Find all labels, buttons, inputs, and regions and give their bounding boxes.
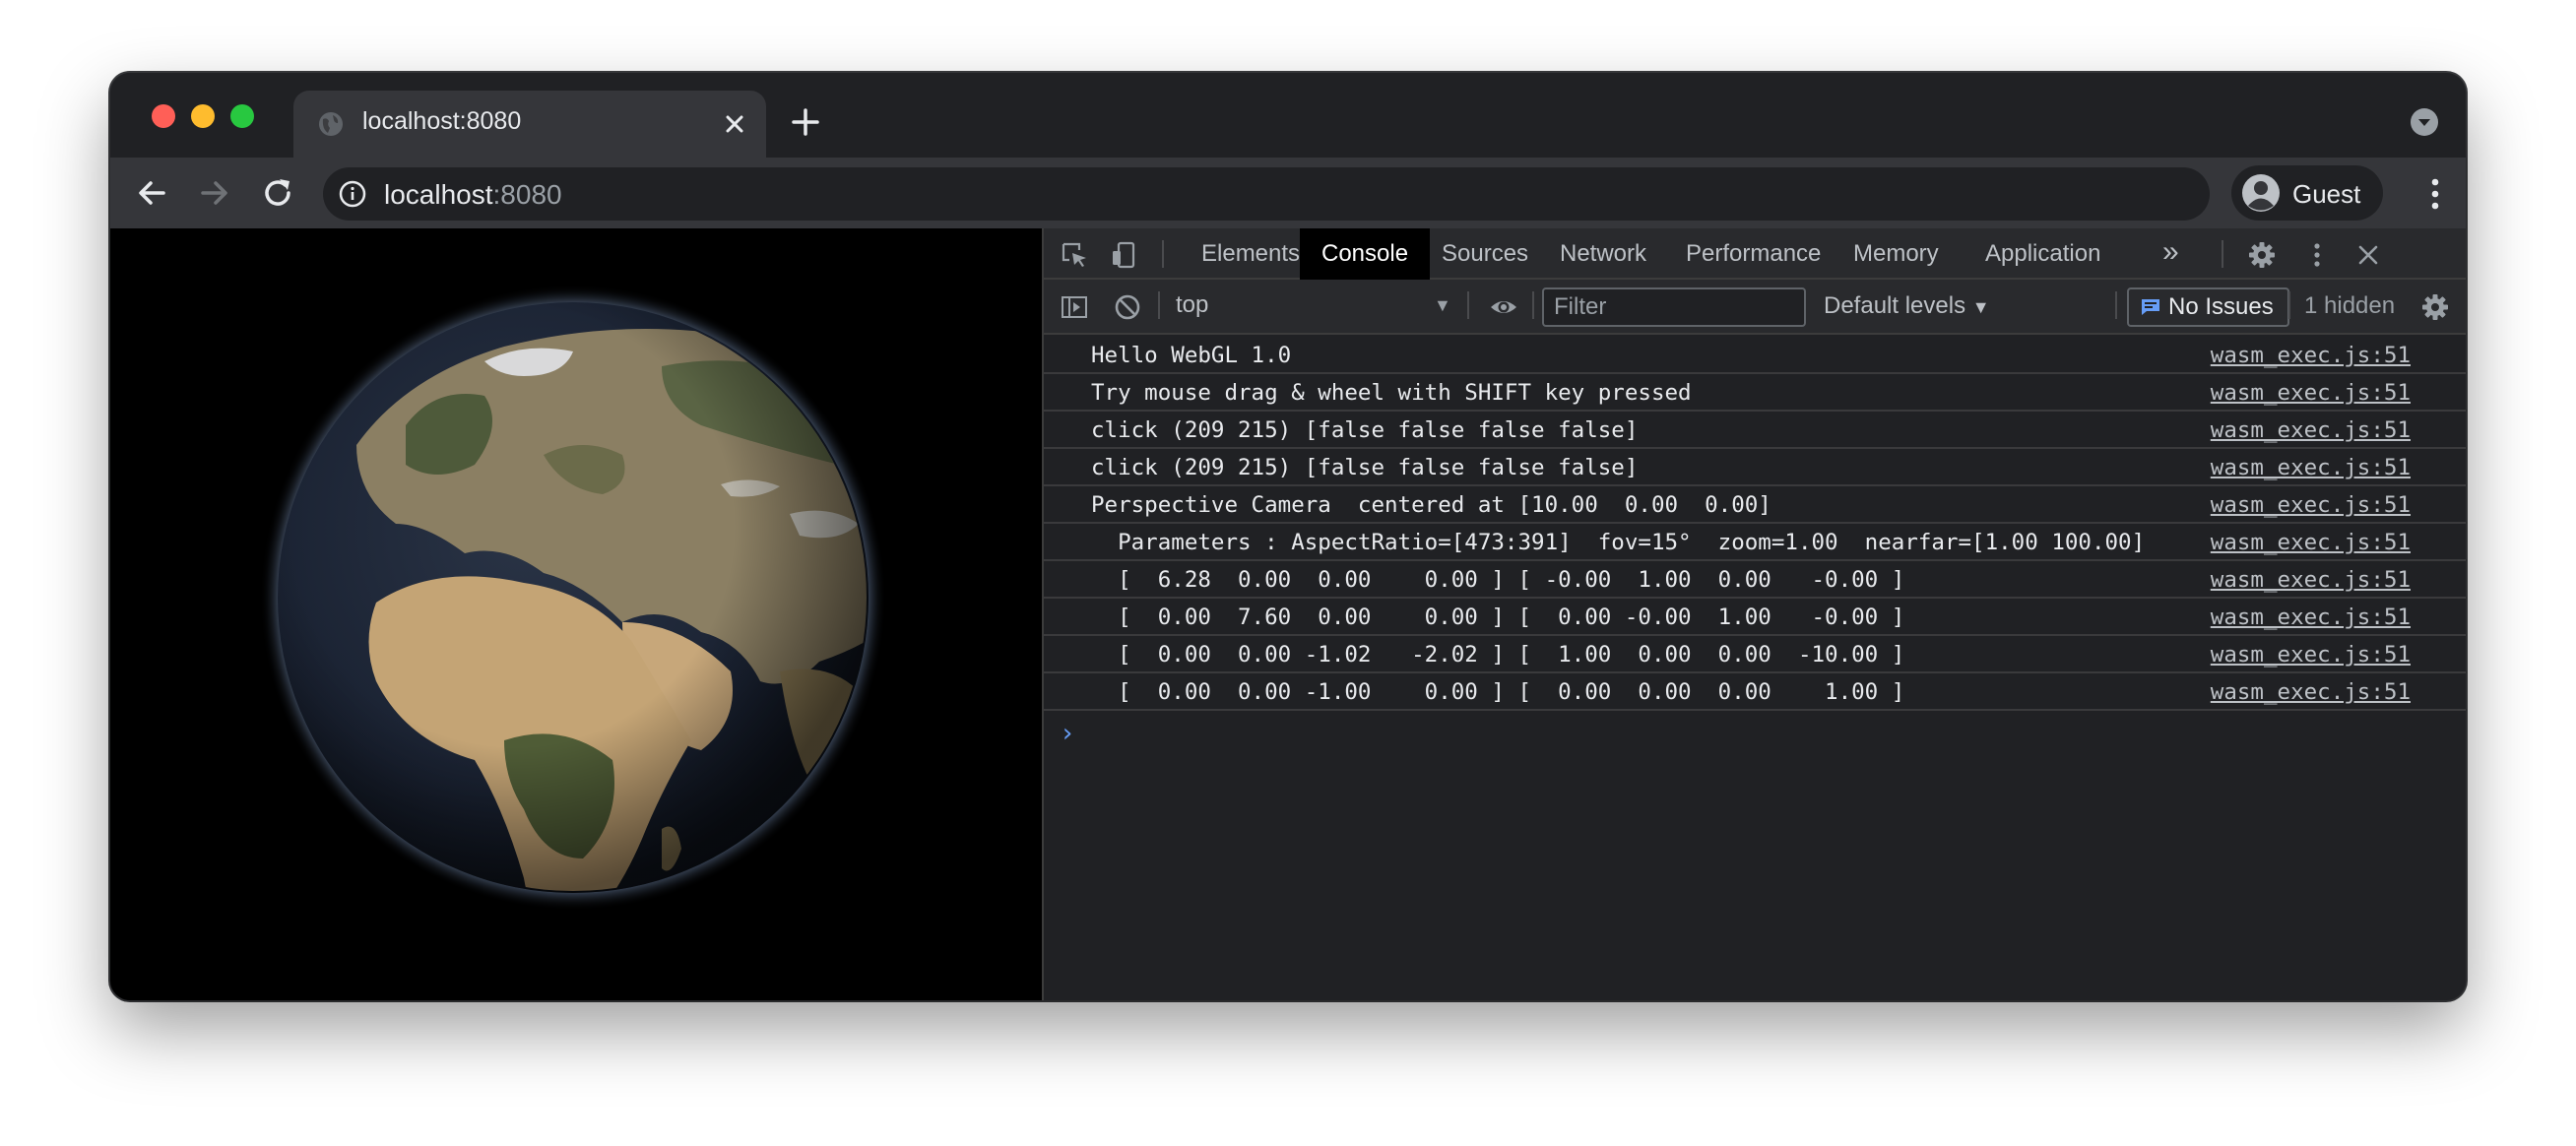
console-log: Hello WebGL 1.0 wasm_exec.js:51 Try mous… (1044, 337, 2466, 770)
forward-arrow-icon[interactable] (195, 173, 234, 213)
back-arrow-icon[interactable] (132, 173, 171, 213)
log-levels-dropdown[interactable]: Default levels ▼ (1824, 292, 1990, 320)
log-message: click (209 215) [false false false false… (1091, 417, 1639, 443)
tab-memory[interactable]: Memory (1832, 228, 1961, 280)
more-tabs-button[interactable]: » (2141, 228, 2201, 280)
inspect-element-icon[interactable] (1060, 240, 1089, 270)
log-source-link[interactable]: wasm_exec.js:51 (2211, 530, 2411, 555)
log-message: Hello WebGL 1.0 (1091, 343, 1292, 368)
log-row: [ 0.00 0.00 -1.00 0.00 ] [ 0.00 0.00 0.0… (1044, 673, 2466, 711)
devtools-panel: Elements Console Sources Network Perform… (1042, 228, 2466, 1000)
log-message: [ 6.28 0.00 0.00 0.00 ] [ -0.00 1.00 0.0… (1091, 567, 1905, 593)
log-row: click (209 215) [false false false false… (1044, 412, 2466, 449)
new-tab-icon[interactable] (788, 104, 823, 140)
tab-network[interactable]: Network (1538, 228, 1668, 280)
profile-name: Guest (2292, 179, 2361, 209)
devtools-tab-bar: Elements Console Sources Network Perform… (1044, 228, 2466, 280)
message-icon (2142, 299, 2159, 315)
log-message: Try mouse drag & wheel with SHIFT key pr… (1091, 380, 1692, 406)
log-row: [ 0.00 7.60 0.00 0.00 ] [ 0.00 -0.00 1.0… (1044, 599, 2466, 636)
tab-strip: localhost:8080 (110, 73, 2466, 158)
reload-icon[interactable] (258, 173, 297, 213)
separator (2115, 291, 2117, 319)
avatar-icon (2242, 174, 2280, 212)
log-source-link[interactable]: wasm_exec.js:51 (2211, 642, 2411, 668)
more-menu-icon[interactable] (2430, 177, 2440, 211)
log-message: [ 0.00 7.60 0.00 0.00 ] [ 0.00 -0.00 1.0… (1091, 605, 1905, 630)
close-devtools-icon[interactable] (2353, 240, 2383, 270)
log-source-link[interactable]: wasm_exec.js:51 (2211, 492, 2411, 518)
console-toolbar: top ▼ Default levels ▼ No Issues (1044, 280, 2466, 335)
log-message: [ 0.00 0.00 -1.02 -2.02 ] [ 1.00 0.00 0.… (1091, 642, 1905, 668)
log-row: [ 0.00 0.00 -1.02 -2.02 ] [ 1.00 0.00 0.… (1044, 636, 2466, 673)
tab-search-icon[interactable] (2409, 106, 2440, 138)
log-row: Try mouse drag & wheel with SHIFT key pr… (1044, 374, 2466, 412)
close-tab-icon[interactable] (719, 108, 750, 140)
log-row: [ 6.28 0.00 0.00 0.00 ] [ -0.00 1.00 0.0… (1044, 561, 2466, 599)
log-message: Parameters : AspectRatio=[473:391] fov=1… (1091, 530, 2146, 555)
url-text: localhost:8080 (384, 179, 562, 211)
tab-sources[interactable]: Sources (1420, 228, 1550, 280)
separator (1162, 240, 1164, 268)
log-message: Perspective Camera centered at [10.00 0.… (1091, 492, 1771, 518)
chevron-down-icon[interactable]: ▼ (1434, 295, 1451, 316)
close-window-button[interactable] (152, 104, 175, 128)
console-settings-gear-icon[interactable] (2420, 292, 2450, 322)
minimize-window-button[interactable] (191, 104, 215, 128)
log-levels-label: Default levels (1824, 292, 1966, 319)
log-row: click (209 215) [false false false false… (1044, 449, 2466, 486)
browser-toolbar: localhost:8080 Guest (110, 158, 2466, 228)
globe-icon (319, 112, 343, 136)
tab-application[interactable]: Application (1964, 228, 2122, 280)
log-source-link[interactable]: wasm_exec.js:51 (2211, 567, 2411, 593)
log-source-link[interactable]: wasm_exec.js:51 (2211, 417, 2411, 443)
console-prompt-row[interactable]: › (1044, 711, 2466, 770)
log-message: [ 0.00 0.00 -1.00 0.00 ] [ 0.00 0.00 0.0… (1091, 679, 1905, 705)
issues-button[interactable]: No Issues (2127, 287, 2289, 327)
tab-console[interactable]: Console (1300, 228, 1431, 280)
maximize-window-button[interactable] (230, 104, 254, 128)
info-icon[interactable] (339, 180, 366, 208)
log-row: Hello WebGL 1.0 wasm_exec.js:51 (1044, 337, 2466, 374)
browser-tab[interactable]: localhost:8080 (293, 91, 766, 158)
live-expression-eye-icon[interactable] (1489, 292, 1518, 322)
log-row: Perspective Camera centered at [10.00 0.… (1044, 486, 2466, 524)
log-message: click (209 215) [false false false false… (1091, 455, 1639, 480)
log-source-link[interactable]: wasm_exec.js:51 (2211, 343, 2411, 368)
prompt-chevron-icon: › (1060, 719, 1075, 748)
separator (1532, 291, 1534, 319)
chevron-down-icon: ▼ (1971, 297, 1990, 317)
url-port: :8080 (492, 179, 562, 210)
profile-button[interactable]: Guest (2231, 165, 2383, 221)
device-toolbar-icon[interactable] (1109, 240, 1138, 270)
address-bar[interactable]: localhost:8080 (323, 167, 2210, 221)
log-row: Parameters : AspectRatio=[473:391] fov=1… (1044, 524, 2466, 561)
context-selector[interactable]: top (1176, 291, 1208, 319)
log-source-link[interactable]: wasm_exec.js:51 (2211, 605, 2411, 630)
tab-performance[interactable]: Performance (1664, 228, 1842, 280)
filter-input[interactable] (1542, 287, 1806, 327)
hidden-messages-count: 1 hidden (2304, 292, 2396, 319)
issues-label: No Issues (2168, 293, 2274, 320)
earth-globe-render (260, 285, 886, 911)
log-source-link[interactable]: wasm_exec.js:51 (2211, 380, 2411, 406)
browser-window: localhost:8080 localhost:8080 Guest Elem… (110, 73, 2466, 1000)
clear-console-icon[interactable] (1113, 292, 1142, 322)
devtools-menu-icon[interactable] (2302, 240, 2332, 270)
url-host: localhost (384, 179, 493, 210)
separator (2222, 240, 2223, 268)
settings-gear-icon[interactable] (2247, 240, 2277, 270)
tab-title: localhost:8080 (362, 107, 522, 135)
separator (1158, 291, 1160, 319)
webgl-canvas[interactable] (110, 228, 1042, 1000)
log-source-link[interactable]: wasm_exec.js:51 (2211, 679, 2411, 705)
separator (2288, 291, 2290, 319)
separator (1467, 291, 1469, 319)
log-source-link[interactable]: wasm_exec.js:51 (2211, 455, 2411, 480)
sidebar-toggle-icon[interactable] (1060, 292, 1089, 322)
